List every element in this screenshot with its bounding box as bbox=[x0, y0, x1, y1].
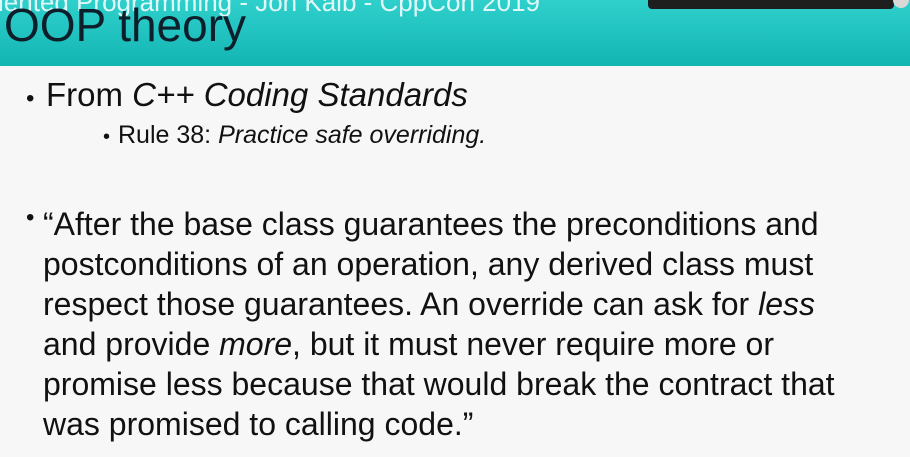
quote-block: “After the base class guarantees the pre… bbox=[43, 204, 903, 444]
bullet-prefix: From bbox=[46, 76, 133, 113]
bullet-icon: • bbox=[26, 85, 35, 112]
slide-body: • From C++ Coding Standards • Rule 38: P… bbox=[0, 66, 910, 457]
bullet-item-source: • From C++ Coding Standards bbox=[26, 76, 468, 114]
overlay-control-icon[interactable] bbox=[893, 0, 909, 8]
sub-bullet-item-rule: • Rule 38: Practice safe overriding. bbox=[103, 121, 486, 150]
quote-emphasis: more bbox=[219, 326, 293, 362]
quote-text: and provide bbox=[43, 326, 220, 362]
rule-title: Practice safe overriding. bbox=[218, 121, 487, 149]
bullet-icon: • bbox=[26, 204, 35, 231]
bullet-item-quote-marker: • bbox=[26, 204, 43, 232]
quote-line: respect those guarantees. An override ca… bbox=[43, 284, 903, 324]
slide-title: OOP theory bbox=[4, 0, 247, 51]
book-title: C++ Coding Standards bbox=[132, 76, 468, 113]
slide-header: iented Programming - Jon Kalb - CppCon 2… bbox=[0, 0, 910, 66]
sub-bullet-text: Rule 38: Practice safe overriding. bbox=[118, 121, 486, 150]
bullet-text: From C++ Coding Standards bbox=[46, 76, 468, 114]
quote-line: and provide more, but it must never requ… bbox=[43, 324, 903, 364]
quote-line: was promised to calling code.” bbox=[43, 406, 474, 442]
quote-line: postconditions of an operation, any deri… bbox=[43, 246, 814, 282]
sub-bullet-icon: • bbox=[103, 126, 111, 148]
quote-line: “After the base class guarantees the pre… bbox=[43, 206, 819, 242]
quote-line: promise less because that would break th… bbox=[43, 366, 835, 402]
video-overlay-bar bbox=[648, 0, 894, 9]
quote-text: respect those guarantees. An override ca… bbox=[43, 286, 759, 322]
quote-text: , but it must never require more or bbox=[292, 326, 774, 362]
rule-number: Rule 38: bbox=[118, 121, 219, 149]
quote-emphasis: less bbox=[758, 286, 815, 322]
